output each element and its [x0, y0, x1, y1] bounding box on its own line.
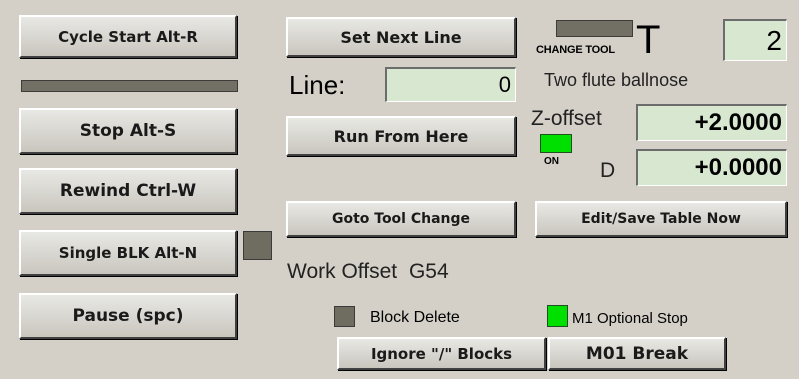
m1-optional-stop-label: M1 Optional Stop [572, 310, 688, 327]
work-offset-text: Work Offset [287, 260, 398, 283]
line-number-field[interactable]: 0 [385, 67, 516, 102]
work-offset-label: Work Offset G54 [287, 260, 449, 284]
set-next-line-button[interactable]: Set Next Line [286, 17, 516, 57]
goto-tool-change-button[interactable]: Goto Tool Change [286, 201, 516, 237]
d-label: D [600, 159, 616, 182]
ignore-blocks-button[interactable]: Ignore "/" Blocks [337, 337, 546, 370]
d-offset-field[interactable]: +0.0000 [636, 149, 787, 186]
block-delete-led[interactable] [334, 306, 355, 327]
tool-number-field[interactable]: 2 [723, 19, 787, 61]
work-offset-value: G54 [408, 260, 449, 283]
single-block-led [243, 231, 272, 260]
z-offset-field[interactable]: +2.0000 [636, 104, 787, 141]
tool-t-label: T [636, 18, 661, 62]
cycle-start-indicator-bar [21, 80, 238, 92]
change-tool-indicator-bar [556, 20, 633, 37]
edit-save-table-button[interactable]: Edit/Save Table Now [535, 201, 787, 237]
single-block-button[interactable]: Single BLK Alt-N [19, 230, 237, 276]
m1-optional-stop-led[interactable] [547, 305, 568, 327]
z-offset-on-led[interactable] [540, 134, 572, 153]
stop-button[interactable]: Stop Alt-S [19, 108, 237, 154]
z-offset-label: Z-offset [531, 107, 602, 130]
run-from-here-button[interactable]: Run From Here [286, 116, 516, 156]
on-label: ON [544, 156, 559, 167]
change-tool-label: CHANGE TOOL [536, 44, 615, 56]
tool-description: Two flute ballnose [544, 70, 689, 90]
m01-break-button[interactable]: M01 Break [548, 337, 726, 370]
cycle-start-button[interactable]: Cycle Start Alt-R [19, 15, 237, 58]
block-delete-label: Block Delete [370, 309, 460, 326]
line-label: Line: [289, 70, 346, 100]
rewind-button[interactable]: Rewind Ctrl-W [19, 168, 237, 214]
pause-button[interactable]: Pause (spc) [19, 293, 237, 339]
